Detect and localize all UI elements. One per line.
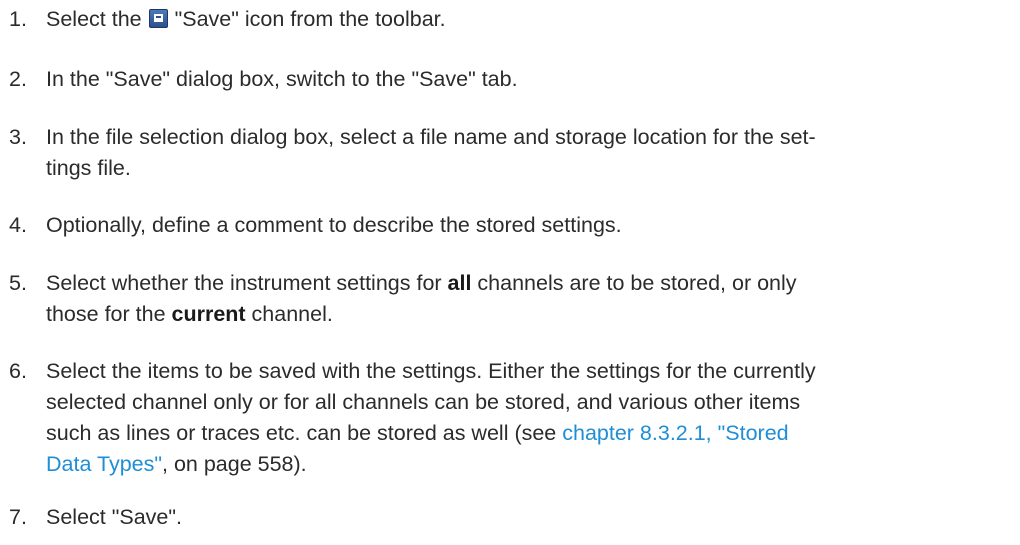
step-text: Optionally, define a comment to describe…: [46, 213, 622, 237]
step-number: 6.: [9, 359, 27, 383]
step-text-line: those for the current channel.: [46, 299, 1010, 330]
text-run: channels are to be stored, or only: [471, 271, 797, 295]
step-text-line: Select the items to be saved with the se…: [46, 359, 816, 383]
procedure-steps: 1. Select the "Save" icon from the toolb…: [0, 0, 1020, 545]
step-text: In the "Save" dialog box, switch to the …: [46, 67, 518, 91]
step-5: 5. Select whether the instrument setting…: [0, 268, 1010, 330]
emphasis-current: current: [171, 302, 246, 326]
text-run: channel.: [245, 302, 333, 326]
step-number: 4.: [9, 213, 27, 237]
text-run: Select whether the instrument settings f…: [46, 271, 448, 295]
step-text-line: such as lines or traces etc. can be stor…: [46, 418, 1010, 449]
emphasis-all: all: [447, 271, 472, 295]
text-run: those for the: [46, 302, 172, 326]
step-number: 7.: [9, 505, 27, 529]
step-6: 6. Select the items to be saved with the…: [0, 356, 1010, 480]
step-text: Select "Save".: [46, 505, 182, 529]
step-2: 2. In the "Save" dialog box, switch to t…: [0, 64, 1010, 95]
step-1: 1. Select the "Save" icon from the toolb…: [0, 4, 1010, 35]
step-7: 7. Select "Save".: [0, 502, 1010, 533]
chapter-link-continued[interactable]: Data Types": [46, 452, 162, 476]
text-run: such as lines or traces etc. can be stor…: [46, 421, 563, 445]
step-text-line: tings file.: [46, 156, 131, 180]
step-number: 2.: [9, 67, 27, 91]
step-number: 3.: [9, 125, 27, 149]
save-icon: [148, 9, 168, 28]
step-number: 1.: [9, 7, 27, 31]
step-text-line: Select whether the instrument settings f…: [46, 268, 1010, 299]
step-3: 3. In the file selection dialog box, sel…: [0, 122, 1010, 184]
step-text: Select the: [46, 7, 142, 31]
step-number: 5.: [9, 271, 27, 295]
step-text-line: selected channel only or for all channel…: [46, 390, 801, 414]
text-run: , on page 558).: [162, 452, 307, 476]
step-text-line: Data Types", on page 558).: [46, 449, 1010, 480]
step-4: 4. Optionally, define a comment to descr…: [0, 210, 1010, 241]
step-text: "Save" icon from the toolbar.: [174, 7, 446, 31]
chapter-link[interactable]: chapter 8.3.2.1, "Stored: [562, 421, 788, 445]
step-text-line: In the file selection dialog box, select…: [46, 125, 816, 149]
